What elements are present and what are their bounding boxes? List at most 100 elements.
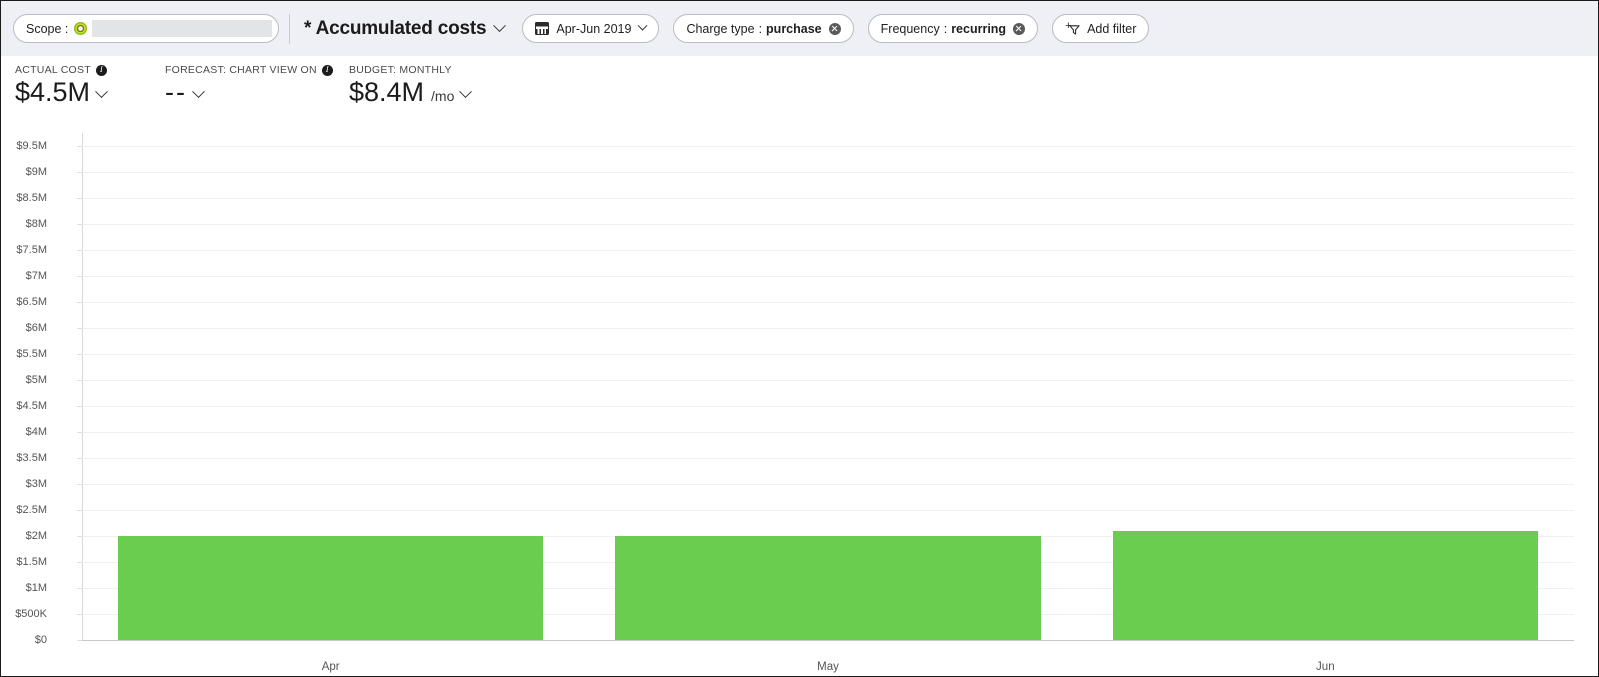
scope-pill[interactable]: Scope : xyxy=(13,14,279,43)
gridline xyxy=(82,250,1574,251)
add-filter-label: Add filter xyxy=(1087,21,1137,36)
x-axis-line xyxy=(82,640,1574,641)
y-axis-tick xyxy=(77,588,82,589)
chart-bar[interactable] xyxy=(1112,530,1538,640)
chevron-down-icon xyxy=(493,19,507,33)
gridline xyxy=(82,406,1574,407)
gridline xyxy=(82,328,1574,329)
y-axis-label: $9M xyxy=(25,166,47,178)
gridline xyxy=(82,484,1574,485)
scope-label: Scope : xyxy=(26,21,69,36)
filter-value: recurring xyxy=(951,21,1007,36)
subscription-icon xyxy=(74,22,88,35)
kpi-label: ACTUAL COST xyxy=(15,63,107,76)
gridline xyxy=(82,276,1574,277)
kpi-value-budget[interactable]: $8.4M /mo xyxy=(349,77,473,107)
y-axis-label: $7M xyxy=(25,270,47,282)
y-axis-label: $5.5M xyxy=(16,348,47,360)
kpi-label-text: BUDGET: MONTHLY xyxy=(349,64,452,76)
kpi-label-text: FORECAST: CHART VIEW ON xyxy=(165,64,317,76)
y-axis-tick xyxy=(77,458,82,459)
kpi-value-text: $8.4M xyxy=(349,77,425,107)
y-axis-label: $4.5M xyxy=(16,400,47,412)
y-axis-label: $0 xyxy=(34,634,47,646)
close-icon[interactable] xyxy=(828,22,841,35)
date-range-pill[interactable]: Apr-Jun 2019 xyxy=(522,14,660,43)
y-axis-tick xyxy=(77,172,82,173)
gridline xyxy=(82,146,1574,147)
filter-separator: : xyxy=(943,21,948,36)
y-axis-label: $5M xyxy=(25,374,47,386)
y-axis-tick xyxy=(77,484,82,485)
y-axis-tick xyxy=(77,198,82,199)
y-axis-tick xyxy=(77,146,82,147)
date-range-label: Apr-Jun 2019 xyxy=(556,21,632,36)
y-axis-tick xyxy=(77,432,82,433)
info-icon[interactable] xyxy=(321,63,333,76)
info-icon[interactable] xyxy=(95,63,107,76)
y-axis-tick xyxy=(77,640,82,641)
y-axis-label: $1M xyxy=(25,582,47,594)
kpi-value-actual-cost[interactable]: $4.5M xyxy=(15,77,108,107)
y-axis-label: $6.5M xyxy=(16,296,47,308)
cost-analysis-view: Scope : * Accumulated costs Apr-Jun 2019… xyxy=(0,0,1599,677)
chart-plot-area[interactable]: $0 $500K $1M $1.5M $2M $2.5M $3M $3.5M $4M $4.5M $… xyxy=(15,133,1574,673)
x-axis-label: Apr xyxy=(321,661,340,673)
y-axis-label: $1.5M xyxy=(16,556,47,568)
chevron-down-icon xyxy=(192,85,205,99)
y-axis-label: $500K xyxy=(15,608,47,620)
cost-chart[interactable]: $0 $500K $1M $1.5M $2M $2.5M $3M $3.5M $4M $4.5M $… xyxy=(1,120,1598,676)
y-axis-tick xyxy=(77,406,82,407)
y-axis-label: $3M xyxy=(25,478,47,490)
filter-key: Frequency xyxy=(880,21,940,36)
view-name-selector[interactable]: * Accumulated costs xyxy=(304,18,507,40)
y-axis-label: $8M xyxy=(25,218,47,230)
x-axis-label: May xyxy=(817,661,839,673)
y-axis-label: $8.5M xyxy=(16,192,47,204)
kpi-label-text: ACTUAL COST xyxy=(15,64,91,76)
chart-bar[interactable] xyxy=(118,536,544,640)
gridline xyxy=(82,224,1574,225)
filter-key: Charge type xyxy=(686,21,755,36)
y-axis-tick xyxy=(77,380,82,381)
filter-pill-frequency[interactable]: Frequency : recurring xyxy=(867,14,1039,43)
y-axis-label: $9.5M xyxy=(16,140,47,152)
filter-separator: : xyxy=(758,21,763,36)
gridline xyxy=(82,172,1574,173)
y-axis-label: $2M xyxy=(25,530,47,542)
calendar-icon xyxy=(535,22,550,35)
add-filter-icon: + xyxy=(1065,20,1081,36)
kpi-value-forecast[interactable]: -- xyxy=(165,77,333,107)
kpi-forecast: FORECAST: CHART VIEW ON -- xyxy=(165,63,333,107)
kpi-budget: BUDGET: MONTHLY $8.4M /mo xyxy=(349,64,473,107)
y-axis-tick xyxy=(77,328,82,329)
filter-value: purchase xyxy=(766,21,822,36)
y-axis-label: $2.5M xyxy=(16,504,47,516)
kpi-label: FORECAST: CHART VIEW ON xyxy=(165,63,333,76)
gridline xyxy=(82,354,1574,355)
gridline xyxy=(82,302,1574,303)
y-axis-tick xyxy=(77,510,82,511)
add-filter-button[interactable]: + Add filter xyxy=(1052,14,1150,43)
y-axis-label: $7.5M xyxy=(16,244,47,256)
filter-pill-charge-type[interactable]: Charge type : purchase xyxy=(673,14,854,43)
y-axis-label: $3.5M xyxy=(16,452,47,464)
gridline xyxy=(82,198,1574,199)
gridline xyxy=(82,510,1574,511)
y-axis-label: $4M xyxy=(25,426,47,438)
kpi-value-text: $4.5M xyxy=(15,77,91,107)
y-axis-tick xyxy=(77,302,82,303)
chart-bar[interactable] xyxy=(615,536,1041,640)
x-axis-label: Jun xyxy=(1316,661,1335,673)
kpi-value-unit: /mo xyxy=(431,87,455,104)
toolbar-divider xyxy=(289,13,290,44)
scope-value-redacted xyxy=(92,20,272,37)
kpi-value-text: -- xyxy=(165,77,187,107)
kpi-row: ACTUAL COST $4.5M FORECAST: CHART VIEW O… xyxy=(1,56,1598,156)
y-axis-tick xyxy=(77,536,82,537)
chevron-down-icon xyxy=(459,85,473,99)
chevron-down-icon xyxy=(638,20,648,31)
y-axis-tick xyxy=(77,614,82,615)
filter-pill-row: Apr-Jun 2019 Charge type : purchase Freq… xyxy=(522,14,1150,43)
close-icon[interactable] xyxy=(1013,22,1026,35)
